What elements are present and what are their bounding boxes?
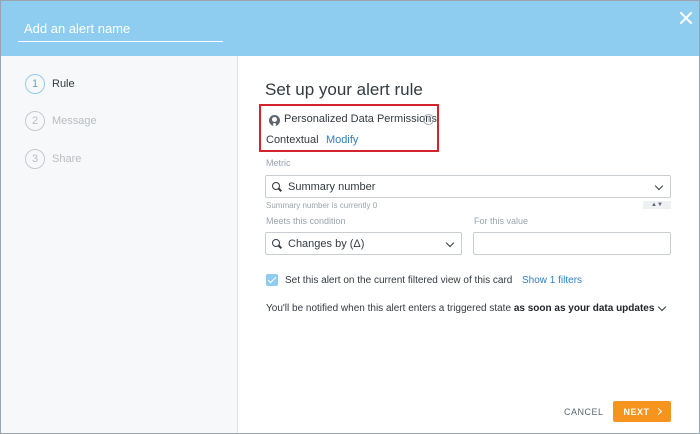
step-label: Share [52,153,82,165]
modify-permissions-link[interactable]: Modify [326,134,358,146]
step-number: 2 [25,111,45,131]
metric-select[interactable]: Summary number [265,175,671,198]
next-label: NEXT [623,406,650,417]
permissions-value: Contextual [266,134,319,146]
cancel-button[interactable]: CANCEL [564,407,604,417]
metric-label: Metric [266,158,291,168]
permissions-title: Personalized Data Permissions [284,113,437,125]
alert-dialog: 1 Rule 2 Message 3 Share Set up your ale… [0,0,700,434]
steps-sidebar: 1 Rule 2 Message 3 Share [1,56,238,433]
filtered-view-checkbox[interactable] [266,274,278,286]
rule-panel: Set up your alert rule Personalized Data… [239,56,699,433]
step-share[interactable]: 3 Share [25,149,81,169]
search-icon [272,238,282,249]
condition-value: Changes by (Δ) [288,237,365,250]
metric-stepper[interactable]: ▲▼ [643,201,671,209]
notify-text: You'll be notified when this alert enter… [266,303,654,314]
dialog-header [1,1,699,56]
metric-value: Summary number [288,180,376,193]
chevron-down-icon[interactable] [657,302,667,312]
alert-name-input[interactable] [18,15,223,42]
chevron-down-icon [445,238,455,248]
show-filters-link[interactable]: Show 1 filters [522,275,582,286]
notify-prefix: You'll be notified when this alert enter… [266,303,512,314]
condition-select[interactable]: Changes by (Δ) [265,232,462,255]
info-icon[interactable]: i [423,114,434,125]
step-label: Message [52,115,97,127]
close-icon[interactable] [677,9,695,27]
step-rule[interactable]: 1 Rule [25,74,75,94]
step-number: 1 [25,74,45,94]
step-label: Rule [52,78,75,90]
step-message[interactable]: 2 Message [25,111,97,131]
condition-label: Meets this condition [266,216,346,226]
chevron-down-icon [654,181,664,191]
person-icon [269,115,280,126]
search-icon [272,181,282,192]
filtered-view-label: Set this alert on the current filtered v… [285,275,513,286]
value-label: For this value [474,216,529,226]
notify-emphasis: as soon as your data updates [513,303,655,314]
next-button[interactable]: NEXT [613,401,671,422]
value-input[interactable] [473,232,671,255]
page-title: Set up your alert rule [265,80,423,99]
metric-hint: Summary number is currently 0 [266,201,378,210]
chevron-right-icon [654,407,662,416]
data-permissions-box: Personalized Data Permissions i Contextu… [259,104,439,152]
step-number: 3 [25,149,45,169]
